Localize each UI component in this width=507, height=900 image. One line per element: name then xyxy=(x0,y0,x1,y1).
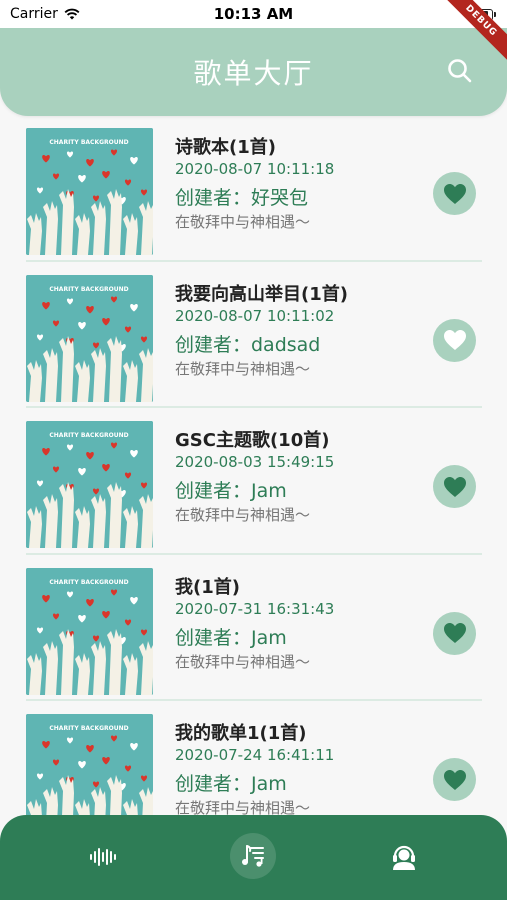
playlist-description: 在敬拜中与神相遇～ xyxy=(175,359,311,378)
playlist-created-at: 2020-08-03 15:49:15 xyxy=(175,453,335,471)
cover-artwork: CHARITY BACKGROUND xyxy=(26,128,153,255)
favorite-button[interactable] xyxy=(433,611,476,655)
favorite-button[interactable] xyxy=(433,758,476,801)
playlist-title: GSC主题歌(10首) xyxy=(175,430,330,451)
cover-caption: CHARITY BACKGROUND xyxy=(49,139,128,146)
playlist-cover: CHARITY BACKGROUND xyxy=(26,421,153,548)
playlist-creator: 创建者：Jam xyxy=(175,480,287,502)
playlist-cover: CHARITY BACKGROUND xyxy=(26,567,153,695)
playlist-created-at: 2020-08-07 10:11:02 xyxy=(175,306,335,325)
playlist-title: 我(1首) xyxy=(175,576,240,598)
heart-icon xyxy=(443,183,466,204)
divider xyxy=(26,552,482,555)
heart-icon xyxy=(443,769,466,790)
playlist-created-at: 2020-08-07 10:11:18 xyxy=(175,160,335,178)
divider xyxy=(26,406,482,408)
favorite-button[interactable] xyxy=(433,318,476,362)
nav-tab-discover[interactable] xyxy=(84,837,124,877)
search-icon xyxy=(448,59,472,83)
cover-artwork: CHARITY BACKGROUND xyxy=(26,274,153,402)
app-header: 歌单大厅 xyxy=(0,28,507,116)
nav-tab-playlists[interactable] xyxy=(230,833,276,879)
playlist-created-at: 2020-07-24 16:41:11 xyxy=(175,746,335,764)
playlist-creator: 创建者：Jam xyxy=(175,626,287,649)
playlist-creator: 创建者：dadsad xyxy=(175,333,321,356)
playlist-item[interactable]: CHARITY BACKGROUND GSC主题歌(10首) 2020-08-0… xyxy=(0,409,507,556)
playlist-list: CHARITY BACKGROUND 诗歌本(1首) 2020-08-07 10… xyxy=(0,116,507,849)
nav-tab-profile[interactable] xyxy=(384,837,424,877)
playlist-item[interactable]: CHARITY BACKGROUND 我要向高山举目(1首) 2020-08-0… xyxy=(0,263,507,410)
heart-icon xyxy=(443,330,466,350)
user-headset-icon xyxy=(393,845,415,870)
playlist-title: 我要向高山举目(1首) xyxy=(175,283,348,305)
cover-caption: CHARITY BACKGROUND xyxy=(49,432,128,439)
cover-artwork: CHARITY BACKGROUND xyxy=(26,567,153,695)
divider xyxy=(26,699,482,701)
page-title: 歌单大厅 xyxy=(193,57,314,90)
playlist-title: 我的歌单1(1首) xyxy=(175,723,307,744)
waveform-icon xyxy=(90,848,116,866)
playlist-created-at: 2020-07-31 16:31:43 xyxy=(175,599,335,618)
bottom-nav xyxy=(0,815,507,900)
heart-icon xyxy=(443,476,466,497)
heart-icon xyxy=(443,623,466,643)
status-time: 10:13 AM xyxy=(213,5,294,23)
music-list-icon xyxy=(242,845,264,867)
playlist-description: 在敬拜中与神相遇～ xyxy=(175,652,311,671)
divider xyxy=(26,259,482,262)
playlist-item[interactable]: CHARITY BACKGROUND 诗歌本(1首) 2020-08-07 10… xyxy=(0,116,507,263)
cover-caption: CHARITY BACKGROUND xyxy=(49,286,128,293)
cover-caption: CHARITY BACKGROUND xyxy=(49,579,128,586)
playlist-cover: CHARITY BACKGROUND xyxy=(26,128,153,255)
status-bar: Carrier 10:13 AM xyxy=(0,0,507,28)
search-button[interactable] xyxy=(445,56,475,86)
favorite-button[interactable] xyxy=(433,465,476,508)
playlist-creator: 创建者：好哭包 xyxy=(175,187,309,209)
cover-artwork: CHARITY BACKGROUND xyxy=(26,421,153,548)
cover-caption: CHARITY BACKGROUND xyxy=(49,725,128,732)
playlist-description: 在敬拜中与神相遇～ xyxy=(175,213,311,231)
playlist-cover: CHARITY BACKGROUND xyxy=(26,274,153,402)
favorite-button[interactable] xyxy=(433,172,476,215)
playlist-title: 诗歌本(1首) xyxy=(175,137,276,158)
playlist-description: 在敬拜中与神相遇～ xyxy=(175,506,311,524)
playlist-item[interactable]: CHARITY BACKGROUND 我(1首) 2020-07-31 16:3… xyxy=(0,556,507,703)
playlist-creator: 创建者：Jam xyxy=(175,773,287,795)
